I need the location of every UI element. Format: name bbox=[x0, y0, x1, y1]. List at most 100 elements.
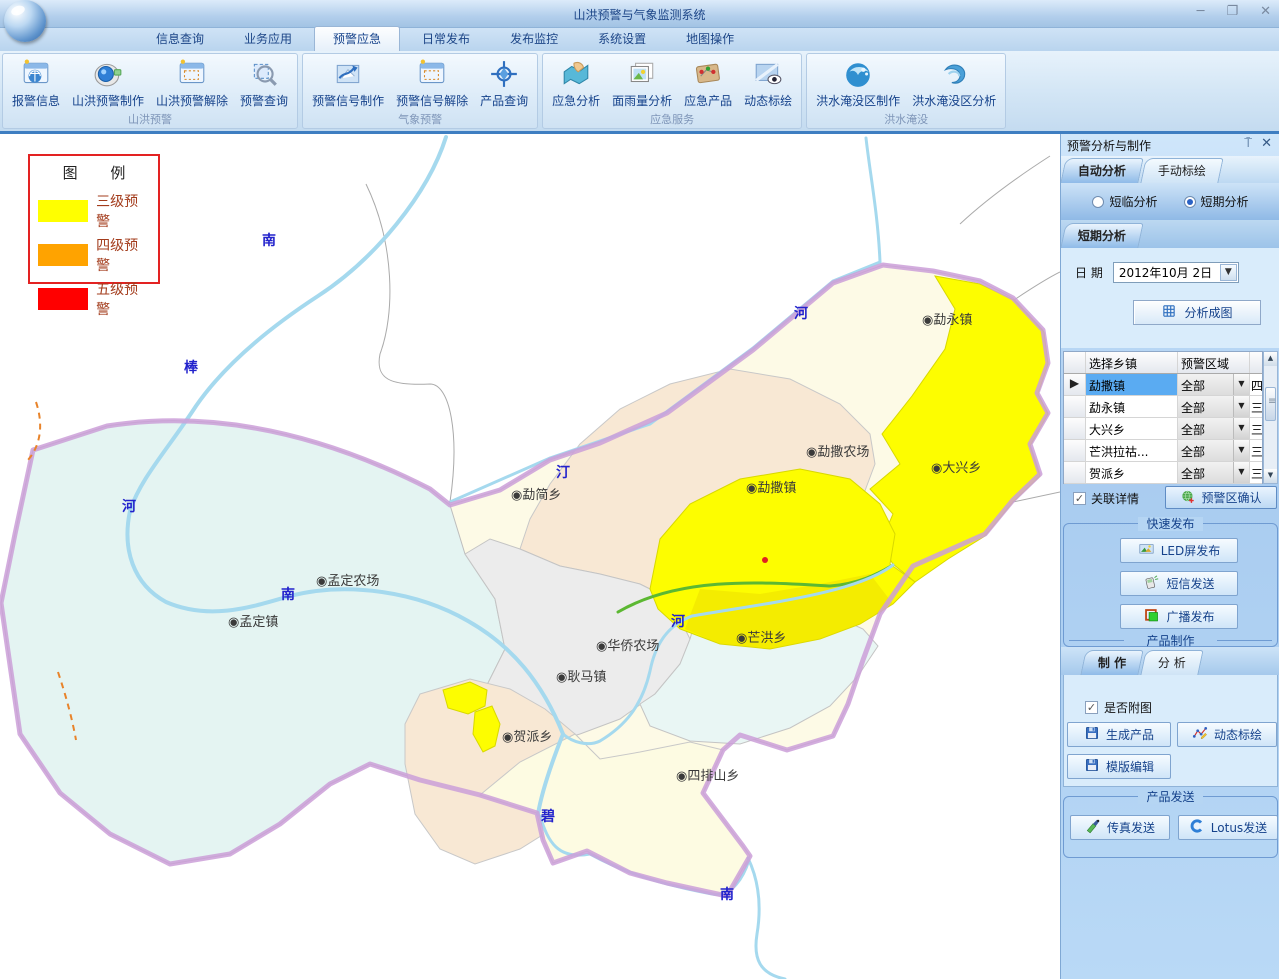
ribbon-button-山洪预警制作[interactable]: 山洪预警制作 bbox=[66, 55, 150, 113]
date-combobox[interactable]: 2012年10月 2日 ▼ bbox=[1113, 262, 1239, 283]
region-dropdown[interactable]: 全部▼ bbox=[1178, 418, 1250, 439]
analyze-map-button[interactable]: 分析成图 bbox=[1133, 300, 1261, 325]
panel-tab-2[interactable]: 手动标绘 bbox=[1140, 158, 1223, 183]
table-scrollbar[interactable]: ▲ ▼ bbox=[1263, 351, 1278, 484]
detail-checkbox[interactable]: ✓ bbox=[1073, 492, 1086, 505]
close-icon[interactable]: ✕ bbox=[1261, 136, 1272, 151]
product-make-tab-2[interactable]: 分 析 bbox=[1141, 650, 1204, 675]
menu-tab-5[interactable]: 发布监控 bbox=[492, 27, 576, 51]
alarm-window-icon bbox=[21, 57, 51, 91]
ribbon-button-预警信号解除[interactable]: 预警信号解除 bbox=[390, 55, 474, 113]
ribbon-button-报警信息[interactable]: 报警信息 bbox=[6, 55, 66, 113]
menu-tab-4[interactable]: 日常发布 bbox=[404, 27, 488, 51]
town-cell[interactable]: 贺派乡 bbox=[1086, 462, 1178, 483]
warning-zone-confirm-button[interactable]: 预警区确认 bbox=[1165, 486, 1277, 509]
river-label: 南 bbox=[281, 586, 295, 603]
chevron-down-icon[interactable]: ▼ bbox=[1233, 374, 1249, 395]
quick-publish-button-LED屏发布[interactable]: LED屏发布 bbox=[1120, 538, 1238, 563]
menu-tab-1[interactable]: 信息查询 bbox=[138, 27, 222, 51]
ribbon-button-应急产品[interactable]: 应急产品 bbox=[678, 55, 738, 113]
chevron-down-icon[interactable]: ▼ bbox=[1233, 418, 1249, 439]
radio-dot[interactable] bbox=[1184, 196, 1196, 208]
ribbon-button-产品查询[interactable]: 产品查询 bbox=[474, 55, 534, 113]
ribbon-button-label: 洪水淹没区分析 bbox=[912, 91, 996, 109]
panel-tab-1[interactable]: 自动分析 bbox=[1060, 158, 1143, 183]
table-row[interactable]: 大兴乡 全部▼ 三 bbox=[1064, 418, 1262, 440]
legend-item: 五级预警 bbox=[38, 279, 150, 319]
product-make-tabs: 制 作分 析 bbox=[1061, 647, 1279, 675]
quick-publish-button-广播发布[interactable]: 广播发布 bbox=[1120, 604, 1238, 629]
ribbon-button-预警信号制作[interactable]: 预警信号制作 bbox=[306, 55, 390, 113]
menu-tab-3[interactable]: 预警应急 bbox=[314, 26, 400, 51]
region-dropdown[interactable]: 全部▼ bbox=[1178, 440, 1250, 461]
col-town-header[interactable]: 选择乡镇 bbox=[1086, 352, 1178, 373]
town-cell[interactable]: 勐撒镇 bbox=[1086, 374, 1178, 395]
town-cell[interactable]: 大兴乡 bbox=[1086, 418, 1178, 439]
menu-tab-2[interactable]: 业务应用 bbox=[226, 27, 310, 51]
product-send-button-传真发送[interactable]: 传真发送 bbox=[1070, 815, 1170, 840]
col-region-header[interactable]: 预警区域 bbox=[1178, 352, 1250, 373]
map-area[interactable]: ◉勐永镇◉勐撒农场◉大兴乡◉勐撒镇◉勐简乡◉孟定农场◉孟定镇◉华侨农场◉耿马镇◉… bbox=[0, 134, 1060, 979]
radio-2[interactable]: 短期分析 bbox=[1184, 193, 1249, 210]
radio-1[interactable]: 短临分析 bbox=[1092, 193, 1157, 210]
town-label-芒洪乡: ◉芒洪乡 bbox=[736, 630, 786, 646]
table-row[interactable]: 贺派乡 全部▼ 三 bbox=[1064, 462, 1262, 484]
river-label: 南 bbox=[262, 232, 276, 249]
ribbon-button-山洪预警解除[interactable]: 山洪预警解除 bbox=[150, 55, 234, 113]
ribbon-button-预警查询[interactable]: 预警查询 bbox=[234, 55, 294, 113]
minimize-button[interactable]: ─ bbox=[1197, 4, 1205, 19]
product-send-button-Lotus发送[interactable]: Lotus发送 bbox=[1178, 815, 1278, 840]
quick-publish-button-短信发送[interactable]: 短信发送 bbox=[1120, 571, 1238, 596]
row-selector[interactable] bbox=[1064, 418, 1086, 439]
pin-icon[interactable]: ⍑ bbox=[1244, 136, 1252, 151]
ribbon-button-洪水淹没区分析[interactable]: 洪水淹没区分析 bbox=[906, 55, 1002, 113]
table-row[interactable]: 芒洪拉祜... 全部▼ 三 bbox=[1064, 440, 1262, 462]
flood-warning-make-icon bbox=[93, 57, 123, 91]
table-row[interactable]: ▶ 勐撒镇 全部▼ 四 bbox=[1064, 374, 1262, 396]
region-dropdown[interactable]: 全部▼ bbox=[1178, 462, 1250, 483]
town-cell[interactable]: 勐永镇 bbox=[1086, 396, 1178, 417]
legend-label: 五级预警 bbox=[96, 279, 150, 319]
row-selector[interactable]: ▶ bbox=[1064, 374, 1086, 395]
product-make-button-动态标绘[interactable]: 动态标绘 bbox=[1177, 722, 1277, 747]
scroll-up-icon[interactable]: ▲ bbox=[1264, 352, 1277, 366]
product-make-tab-1[interactable]: 制 作 bbox=[1080, 650, 1144, 675]
scroll-thumb[interactable] bbox=[1265, 387, 1276, 421]
menu-tab-7[interactable]: 地图操作 bbox=[668, 27, 752, 51]
ribbon-button-label: 预警查询 bbox=[240, 91, 288, 109]
town-label-华侨农场: ◉华侨农场 bbox=[596, 639, 659, 654]
chevron-down-icon[interactable]: ▼ bbox=[1233, 462, 1249, 483]
town-label-孟定镇: ◉孟定镇 bbox=[228, 615, 278, 630]
scroll-down-icon[interactable]: ▼ bbox=[1264, 469, 1277, 483]
town-label-耿马镇: ◉耿马镇 bbox=[556, 670, 606, 685]
close-button[interactable]: ✕ bbox=[1260, 4, 1271, 19]
radio-dot[interactable] bbox=[1092, 196, 1104, 208]
town-cell[interactable]: 芒洪拉祜... bbox=[1086, 440, 1178, 461]
tab-short-term[interactable]: 短期分析 bbox=[1060, 223, 1143, 248]
alert-dot bbox=[762, 557, 768, 563]
title-bar: 山洪预警与气象监测系统 ─❐✕ bbox=[0, 0, 1279, 28]
product-make-button-模版编辑[interactable]: 模版编辑 bbox=[1067, 754, 1171, 779]
row-selector[interactable] bbox=[1064, 462, 1086, 483]
chevron-down-icon[interactable]: ▼ bbox=[1233, 440, 1249, 461]
table-header: 选择乡镇 预警区域 bbox=[1064, 352, 1262, 374]
chevron-down-icon[interactable]: ▼ bbox=[1220, 264, 1237, 281]
chevron-down-icon[interactable]: ▼ bbox=[1233, 396, 1249, 417]
table-row[interactable]: 勐永镇 全部▼ 三 bbox=[1064, 396, 1262, 418]
maximize-button[interactable]: ❐ bbox=[1226, 4, 1238, 19]
ribbon-button-洪水淹没区制作[interactable]: 洪水淹没区制作 bbox=[810, 55, 906, 113]
warning-analysis-panel: 预警分析与制作 ⍑ ✕ 自动分析手动标绘 短临分析短期分析 短期分析 日 期 2… bbox=[1060, 134, 1279, 979]
region-dropdown[interactable]: 全部▼ bbox=[1178, 374, 1250, 395]
row-selector[interactable] bbox=[1064, 440, 1086, 461]
plot-pencil-icon bbox=[1192, 725, 1208, 744]
ribbon-button-应急分析[interactable]: 应急分析 bbox=[546, 55, 606, 113]
emergency-analysis-icon bbox=[561, 57, 591, 91]
attach-checkbox[interactable]: ✓ bbox=[1085, 701, 1098, 714]
region-dropdown[interactable]: 全部▼ bbox=[1178, 396, 1250, 417]
menu-tab-6[interactable]: 系统设置 bbox=[580, 27, 664, 51]
ribbon-button-label: 预警信号制作 bbox=[312, 91, 384, 109]
ribbon-button-面雨量分析[interactable]: 面雨量分析 bbox=[606, 55, 678, 113]
product-make-button-生成产品[interactable]: 生成产品 bbox=[1067, 722, 1171, 747]
row-selector[interactable] bbox=[1064, 396, 1086, 417]
ribbon-button-动态标绘[interactable]: 动态标绘 bbox=[738, 55, 798, 113]
